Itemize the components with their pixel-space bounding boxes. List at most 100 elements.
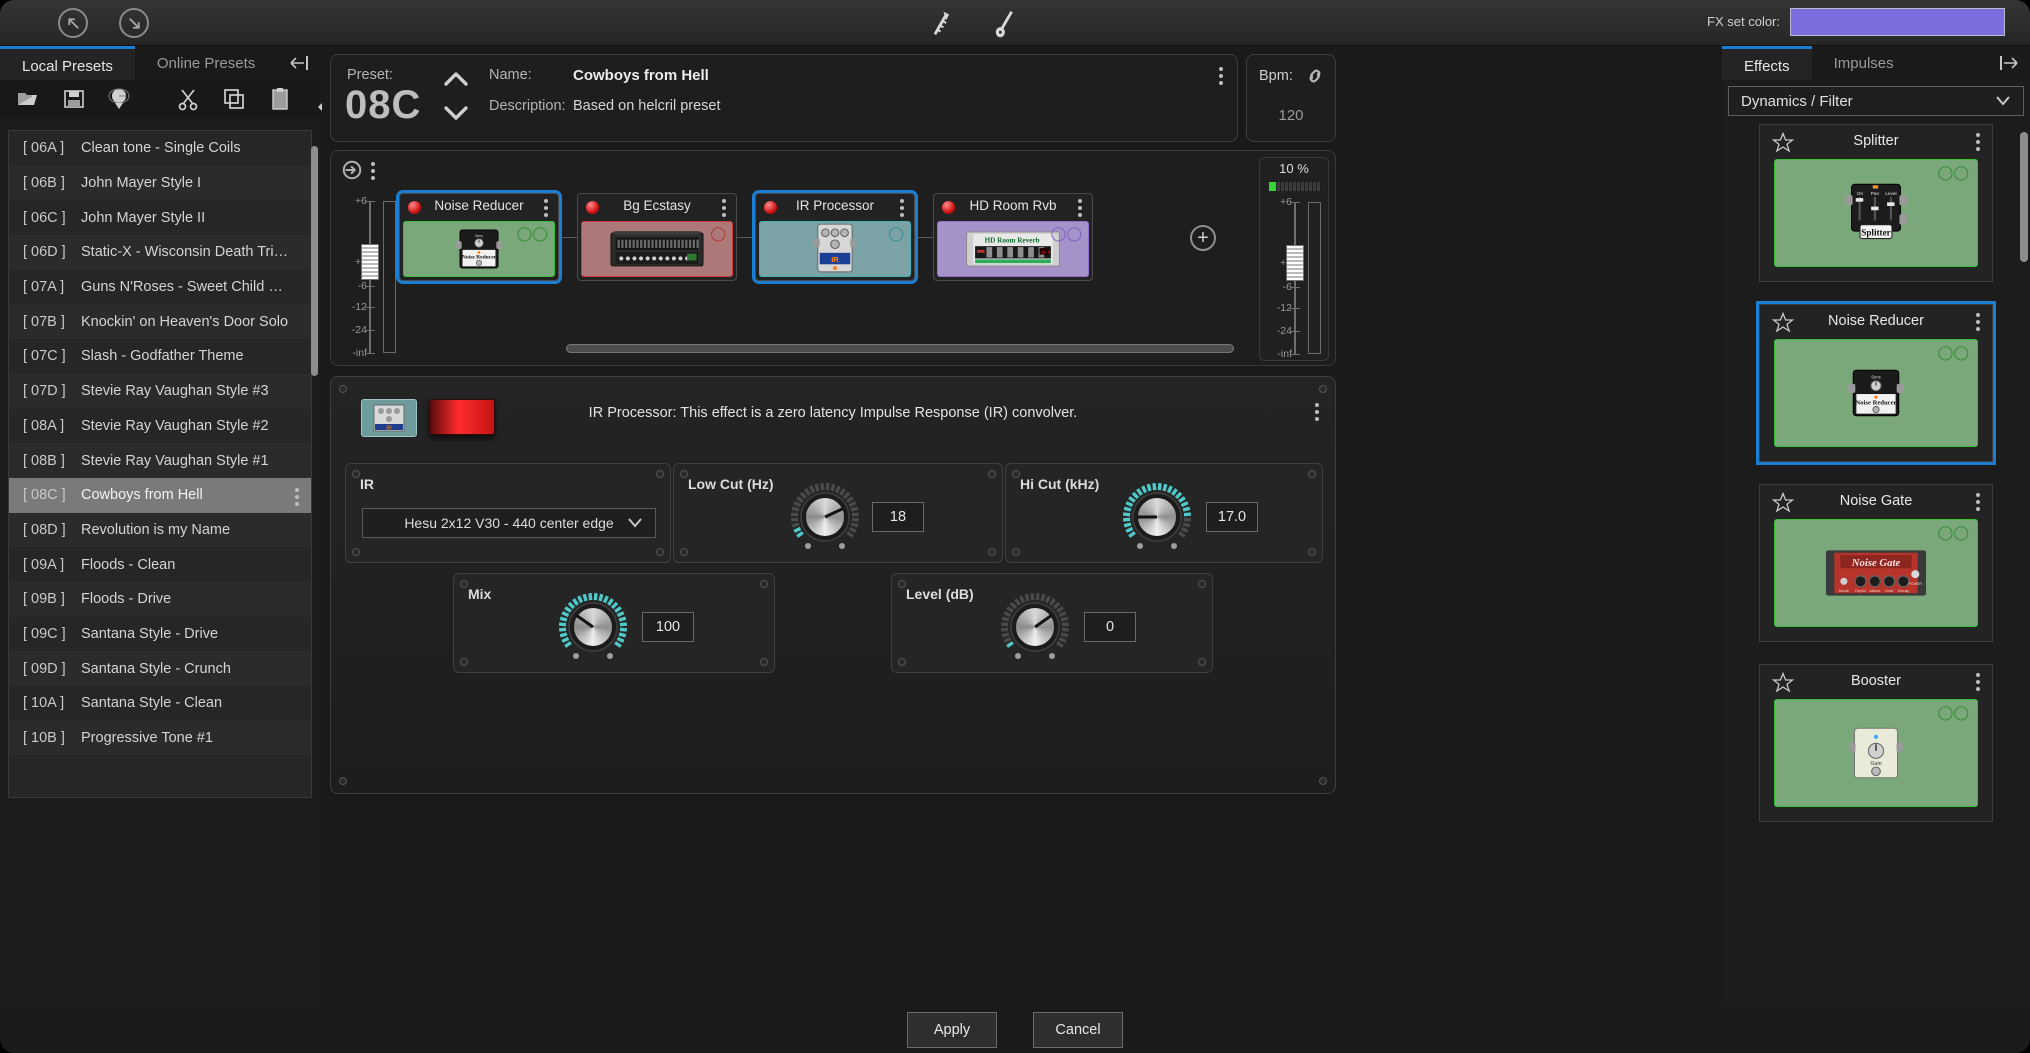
chain-slot[interactable]: Bg Ecstasy◯	[577, 193, 737, 281]
chain-slot-body[interactable]: ◯◯SensNoise Reducer	[403, 221, 555, 277]
bpm-value[interactable]: 120	[1247, 107, 1335, 124]
collapse-right-panel-icon[interactable]	[1988, 46, 2030, 80]
knob-cap[interactable]	[1134, 494, 1180, 540]
tab-local-presets[interactable]: Local Presets	[0, 46, 135, 80]
effect-card-list[interactable]: Splitter◯◯OnPanLevelSplitter Noise Reduce…	[1728, 124, 2024, 1002]
preset-row[interactable]: [ 07A ]Guns N'Roses - Sweet Child of M..…	[9, 270, 311, 305]
input-icon[interactable]	[341, 159, 363, 186]
globe-download-icon[interactable]	[108, 87, 132, 111]
svg-text:Pan: Pan	[1871, 191, 1880, 196]
redo-icon[interactable]	[119, 8, 149, 38]
apply-button[interactable]: Apply	[907, 1012, 997, 1048]
fx-set-color-swatch[interactable]	[1790, 8, 2005, 36]
effect-list-scrollbar[interactable]	[2020, 132, 2028, 262]
tab-online-presets[interactable]: Online Presets	[135, 46, 277, 80]
low-cut-value[interactable]: 18	[872, 502, 924, 532]
preset-row[interactable]: [ 07D ]Stevie Ray Vaughan Style #3	[9, 374, 311, 409]
cancel-button[interactable]: Cancel	[1033, 1012, 1123, 1048]
effect-card-menu-icon[interactable]	[1976, 493, 1980, 514]
add-effect-button[interactable]: +	[1190, 225, 1216, 251]
chain-slot-menu-icon[interactable]	[722, 199, 726, 220]
preset-down-button[interactable]	[439, 103, 473, 123]
ir-select[interactable]: Hesu 2x12 V30 - 440 center edge	[362, 508, 656, 538]
chain-slot[interactable]: Noise Reducer◯◯SensNoise Reducer	[399, 193, 559, 281]
preset-row[interactable]: [ 07B ]Knockin' on Heaven's Door Solo	[9, 304, 311, 339]
preset-row[interactable]: [ 06D ]Static-X - Wisconsin Death Trip T…	[9, 235, 311, 270]
preset-row[interactable]: [ 09A ]Floods - Clean	[9, 547, 311, 582]
chain-slot-body[interactable]: ◯	[581, 221, 733, 277]
effect-card-header: Splitter	[1760, 125, 1992, 159]
chain-slot[interactable]: IR Processor◯IR	[755, 193, 915, 281]
preset-row[interactable]: [ 06C ]John Mayer Style II	[9, 200, 311, 235]
guitar-icon[interactable]	[989, 6, 1023, 40]
effect-category-select[interactable]: Dynamics / Filter	[1728, 86, 2024, 116]
volume-fader[interactable]	[361, 244, 379, 280]
effect-card-menu-icon[interactable]	[1976, 673, 1980, 694]
preset-row[interactable]: [ 08D ]Revolution is my Name	[9, 513, 311, 548]
hi-cut-knob[interactable]	[1122, 482, 1192, 552]
preset-row[interactable]: [ 07C ]Slash - Godfather Theme	[9, 339, 311, 374]
low-cut-knob[interactable]	[790, 482, 860, 552]
preset-row[interactable]: [ 08A ]Stevie Ray Vaughan Style #2	[9, 409, 311, 444]
effect-card-preview[interactable]: ◯◯OnPanLevelSplitter	[1774, 159, 1978, 267]
effect-card-preview[interactable]: ◯◯Gain	[1774, 699, 1978, 807]
preset-header-menu-icon[interactable]	[1219, 67, 1223, 88]
preset-row-menu-icon[interactable]	[295, 488, 299, 509]
preset-code: [ 10A ]	[23, 695, 81, 711]
tuner-icon[interactable]	[925, 6, 959, 40]
effect-card-menu-icon[interactable]	[1976, 313, 1980, 334]
effect-detail-menu-icon[interactable]	[1315, 403, 1319, 424]
knob-cap[interactable]	[570, 604, 616, 650]
knob-cap[interactable]	[1012, 604, 1058, 650]
chain-slot-menu-icon[interactable]	[1078, 199, 1082, 220]
chain-slot[interactable]: HD Room Rvb◯◯HD Room Reverb-10.0	[933, 193, 1093, 281]
preset-row[interactable]: [ 10A ]Santana Style - Clean	[9, 686, 311, 721]
preset-row[interactable]: [ 09C ]Santana Style - Drive	[9, 617, 311, 652]
mix-knob[interactable]	[558, 592, 628, 662]
preset-list-scrollbar[interactable]	[311, 146, 318, 376]
level-knob[interactable]	[1000, 592, 1070, 662]
chain-slot-body[interactable]: ◯IR	[759, 221, 911, 277]
preset-row[interactable]: [ 08C ]Cowboys from Hell	[9, 478, 311, 513]
effect-card[interactable]: Splitter◯◯OnPanLevelSplitter	[1759, 124, 1993, 282]
chain-slot-menu-icon[interactable]	[900, 199, 904, 220]
cut-icon[interactable]	[176, 87, 200, 111]
name-value[interactable]: Cowboys from Hell	[573, 67, 709, 84]
tab-effects[interactable]: Effects	[1722, 46, 1812, 80]
hi-cut-value[interactable]: 17.0	[1206, 502, 1258, 532]
paste-icon[interactable]	[268, 87, 292, 111]
preset-row[interactable]: [ 09D ]Santana Style - Crunch	[9, 651, 311, 686]
effect-card[interactable]: Noise Gate◯◯Noise GateModeDepthAttackHol…	[1759, 484, 1993, 642]
preset-row[interactable]: [ 10B ]Progressive Tone #1	[9, 721, 311, 756]
preset-row[interactable]: [ 08B ]Stevie Ray Vaughan Style #1	[9, 443, 311, 478]
svg-text:Gain: Gain	[1870, 761, 1881, 767]
effect-card[interactable]: Noise Reducer◯◯SensNoise Reducer	[1759, 304, 1993, 462]
link-icon[interactable]	[1305, 67, 1325, 90]
mix-value[interactable]: 100	[642, 612, 694, 642]
chain-slot-body[interactable]: ◯◯HD Room Reverb-10.0	[937, 221, 1089, 277]
preset-row[interactable]: [ 09B ]Floods - Drive	[9, 582, 311, 617]
preset-name: Floods - Clean	[81, 557, 175, 573]
save-icon[interactable]	[62, 87, 86, 111]
collapse-left-panel-icon[interactable]	[278, 46, 320, 80]
preset-up-button[interactable]	[439, 69, 473, 89]
tab-impulses[interactable]: Impulses	[1812, 46, 1916, 80]
chain-menu-icon[interactable]	[371, 162, 375, 183]
chain-horizontal-scrollbar[interactable]	[566, 344, 1234, 353]
effect-card-menu-icon[interactable]	[1976, 133, 1980, 154]
effect-card[interactable]: Booster◯◯Gain	[1759, 664, 1993, 822]
preset-row[interactable]: [ 06A ]Clean tone - Single Coils	[9, 131, 311, 166]
copy-icon[interactable]	[222, 87, 246, 111]
effect-card-preview[interactable]: ◯◯SensNoise Reducer	[1774, 339, 1978, 447]
description-value[interactable]: Based on helcril preset	[573, 98, 721, 114]
chain-slot-menu-icon[interactable]	[544, 199, 548, 220]
svg-text:Mode: Mode	[1839, 588, 1850, 593]
level-value[interactable]: 0	[1084, 612, 1136, 642]
undo-icon[interactable]	[58, 8, 88, 38]
preset-list[interactable]: [ 06A ]Clean tone - Single Coils[ 06B ]J…	[8, 130, 312, 798]
effect-card-preview[interactable]: ◯◯Noise GateModeDepthAttackHoldDecayPOWE…	[1774, 519, 1978, 627]
volume-fader[interactable]	[1286, 245, 1304, 281]
preset-row[interactable]: [ 06B ]John Mayer Style I	[9, 166, 311, 201]
knob-cap[interactable]	[802, 494, 848, 540]
open-folder-icon[interactable]	[16, 87, 40, 111]
